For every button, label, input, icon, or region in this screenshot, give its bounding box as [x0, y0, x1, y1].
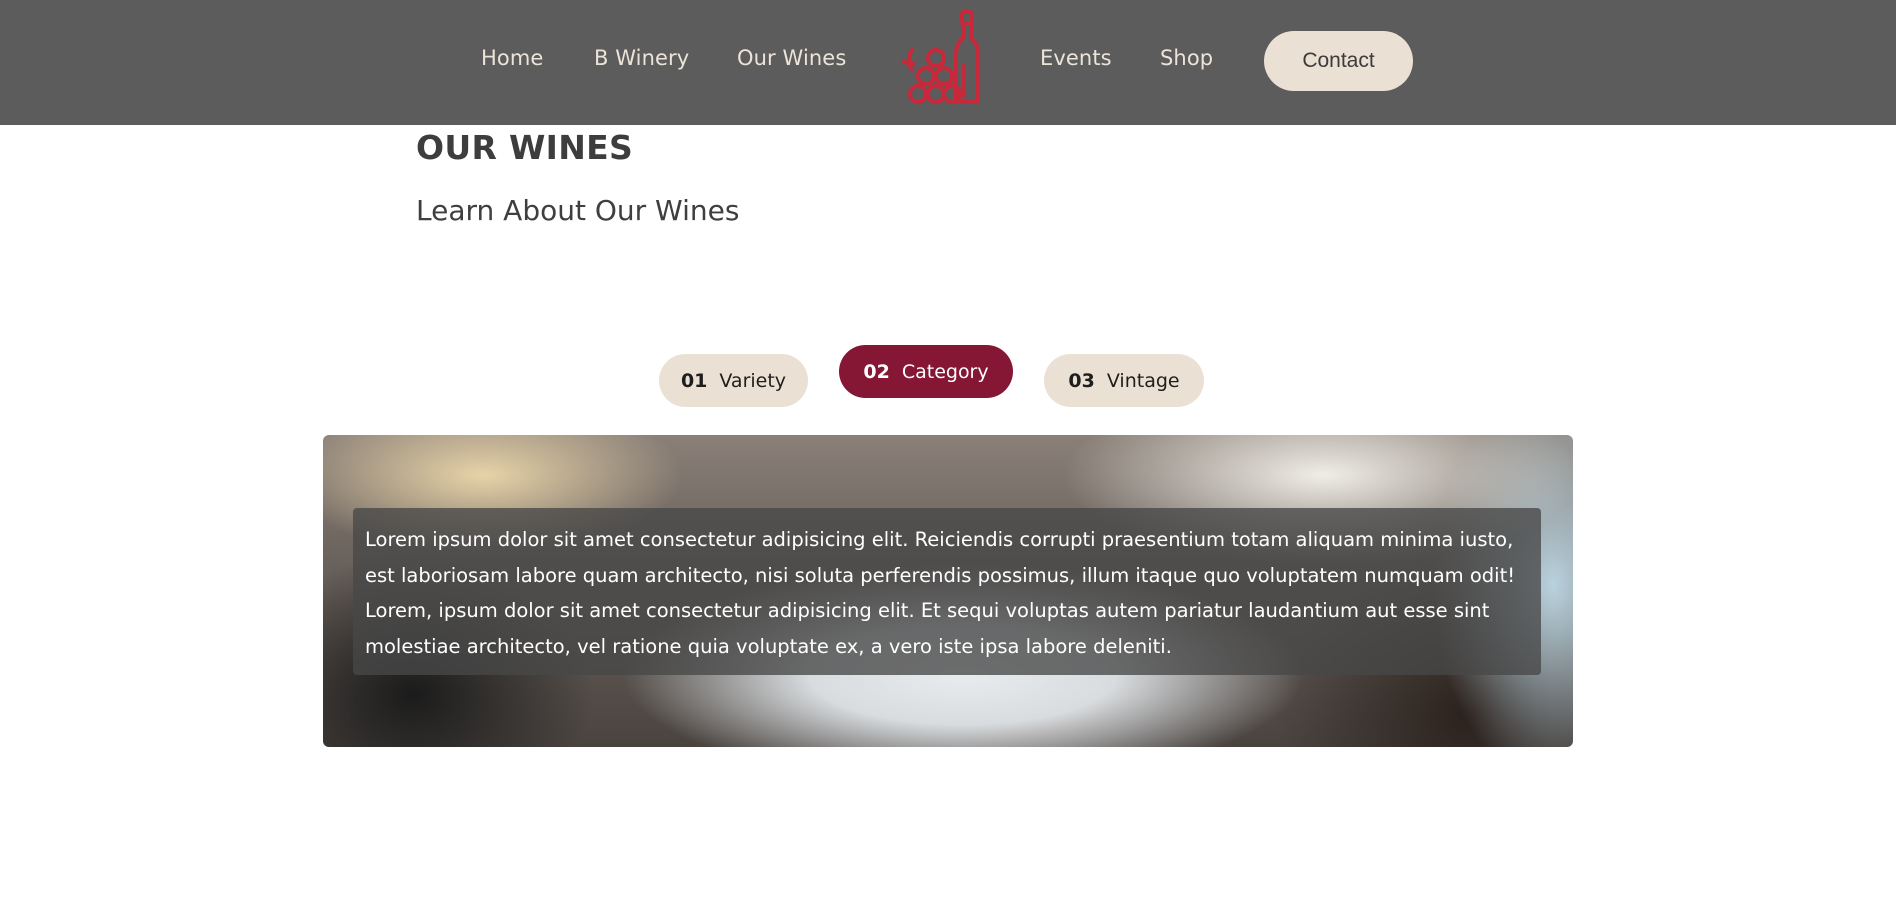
hero-description: Lorem ipsum dolor sit amet consectetur a… — [365, 528, 1516, 658]
nav-link-our-wines[interactable]: Our Wines — [737, 46, 846, 70]
nav-link-b-winery[interactable]: B Winery — [594, 46, 689, 70]
hero-text-overlay: Lorem ipsum dolor sit amet consectetur a… — [353, 508, 1541, 675]
top-navbar: Home B Winery Our Wines Events Shop Cont… — [0, 0, 1896, 125]
wine-bottle-grapes-icon[interactable] — [898, 10, 990, 106]
page-subtitle: Learn About Our Wines — [416, 194, 740, 227]
tab-number: 03 — [1068, 369, 1095, 392]
tab-variety[interactable]: 01 Variety — [659, 354, 808, 407]
tab-category[interactable]: 02 Category — [839, 345, 1013, 398]
tab-number: 02 — [863, 360, 890, 383]
tab-vintage[interactable]: 03 Vintage — [1044, 354, 1204, 407]
tab-number: 01 — [680, 369, 708, 392]
nav-link-shop[interactable]: Shop — [1160, 46, 1213, 70]
page-title: OUR WINES — [416, 128, 634, 167]
tab-label: Category — [901, 360, 989, 383]
contact-button[interactable]: Contact — [1264, 31, 1413, 91]
nav-link-events[interactable]: Events — [1040, 46, 1112, 70]
tab-label: Variety — [719, 369, 787, 392]
hero-image-panel: Lorem ipsum dolor sit amet consectetur a… — [323, 435, 1573, 747]
tab-label: Vintage — [1106, 369, 1180, 392]
nav-link-home[interactable]: Home — [481, 46, 543, 70]
